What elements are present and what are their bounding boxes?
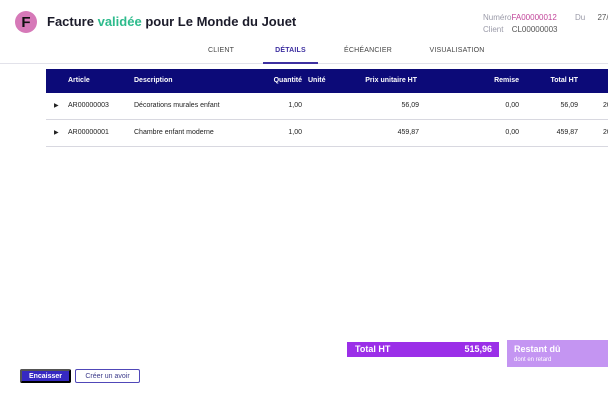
- title-prefix: Facture: [47, 14, 94, 29]
- title-customer: pour Le Monde du Jouet: [145, 14, 297, 29]
- cell-total: 56,09: [560, 102, 578, 109]
- table-row[interactable]: ▶ AR00000001 Chambre enfant moderne 1,00…: [46, 120, 608, 147]
- cell-total: 459,87: [556, 129, 578, 136]
- create-credit-note-button[interactable]: Créer un avoir: [75, 369, 140, 383]
- cell-quantite: 1,00: [288, 102, 302, 109]
- col-prix: Prix unitaire HT: [365, 77, 417, 84]
- title-status: validée: [97, 14, 142, 29]
- cell-prix: 56,09: [401, 102, 419, 109]
- tab-client[interactable]: CLIENT: [199, 45, 243, 62]
- cell-extra: 20: [603, 102, 608, 109]
- col-quantite: Quantité: [273, 77, 302, 84]
- total-ht-box: Total HT 515,96: [347, 342, 499, 357]
- client-label: Client: [483, 25, 504, 34]
- invoice-type-badge: F: [15, 11, 37, 33]
- col-article: Article: [68, 77, 90, 84]
- numero-value: FA00000012: [511, 13, 557, 22]
- details-table: Article Description Quantité Unité Prix …: [46, 69, 608, 147]
- restant-du-label: Restant dû: [514, 344, 561, 354]
- du-label: Du: [575, 13, 586, 22]
- col-description: Description: [134, 77, 173, 84]
- col-total: Total HT: [550, 77, 578, 84]
- expand-row-icon[interactable]: ▶: [54, 102, 59, 109]
- retard-label: dont en retard: [514, 357, 552, 363]
- du-value: 27/1: [597, 13, 608, 22]
- cell-remise: 0,00: [505, 102, 519, 109]
- tab-details[interactable]: DÉTAILS: [263, 45, 318, 64]
- client-meta: Client CL00000003: [483, 25, 558, 34]
- total-ht-label: Total HT: [355, 344, 391, 354]
- total-ht-value: 515,96: [464, 344, 492, 354]
- expand-row-icon[interactable]: ▶: [54, 129, 59, 136]
- encaisser-button[interactable]: Encaisser: [20, 369, 71, 383]
- tab-echeancier[interactable]: ÉCHÉANCIER: [338, 45, 398, 62]
- cell-description: Chambre enfant moderne: [134, 129, 214, 136]
- table-header: Article Description Quantité Unité Prix …: [46, 69, 608, 93]
- client-value: CL00000003: [511, 25, 558, 34]
- cell-prix: 459,87: [397, 129, 419, 136]
- numero-label: Numéro: [483, 13, 512, 22]
- col-remise: Remise: [494, 77, 519, 84]
- cell-description: Décorations murales enfant: [134, 102, 220, 109]
- cell-remise: 0,00: [505, 129, 519, 136]
- cell-quantite: 1,00: [288, 129, 302, 136]
- numero-meta: NuméroFA00000012: [483, 13, 557, 22]
- cell-extra: 20: [603, 129, 608, 136]
- date-meta: Du 27/1: [575, 13, 608, 22]
- table-row[interactable]: ▶ AR00000003 Décorations murales enfant …: [46, 93, 608, 120]
- col-unite: Unité: [308, 77, 326, 84]
- restant-du-box: Restant dû dont en retard: [507, 340, 608, 367]
- page-title: Facture validée pour Le Monde du Jouet: [47, 14, 296, 29]
- tab-visualisation[interactable]: VISUALISATION: [423, 45, 491, 62]
- cell-article: AR00000001: [68, 129, 109, 136]
- tab-bar: CLIENT DÉTAILS ÉCHÉANCIER VISUALISATION: [0, 45, 608, 64]
- cell-article: AR00000003: [68, 102, 109, 109]
